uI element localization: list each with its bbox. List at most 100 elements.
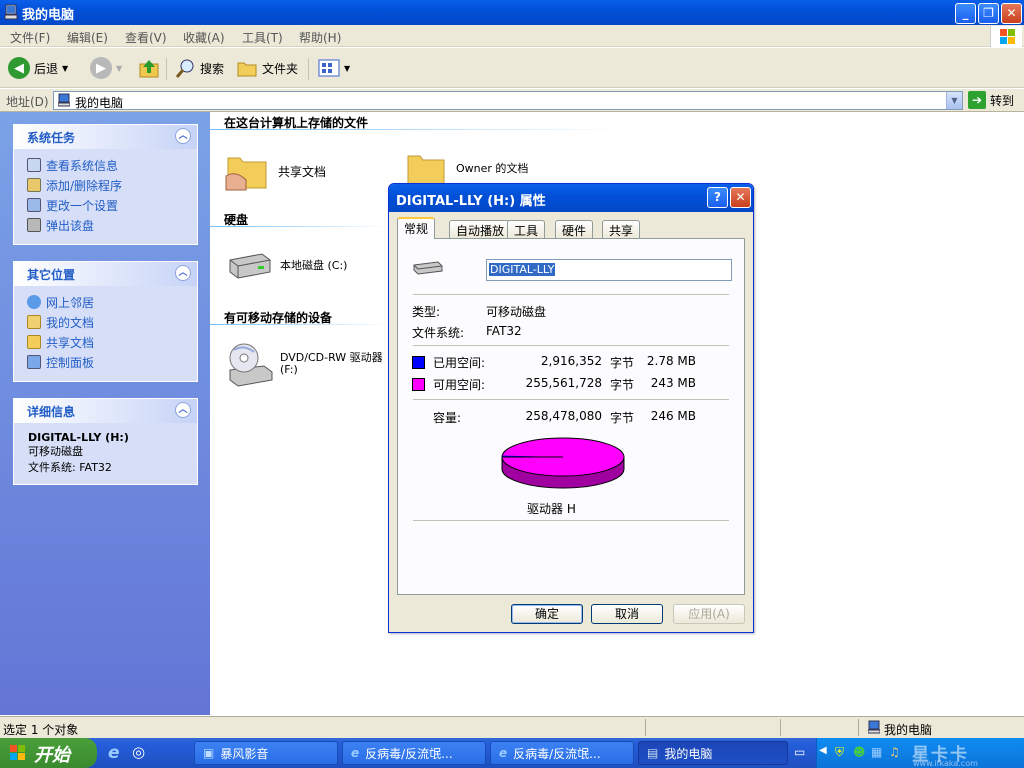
minimize-button[interactable]: _ <box>955 3 976 24</box>
task-my-computer[interactable]: ▤ 我的电脑 <box>638 741 788 765</box>
task-antivirus-1[interactable]: e 反病毒/反流氓... <box>342 741 486 765</box>
title-bar[interactable]: 我的电脑 _ ❐ ✕ <box>0 0 1024 25</box>
cancel-button[interactable]: 取消 <box>591 604 663 624</box>
dialog-close-button[interactable]: ✕ <box>730 187 751 208</box>
chevron-down-icon[interactable]: ▼ <box>946 92 962 109</box>
local-disk-item[interactable]: 本地磁盘 (C:) <box>226 250 347 280</box>
task-antivirus-2[interactable]: e 反病毒/反流氓... <box>490 741 634 765</box>
quicklaunch-icon[interactable]: ◎ <box>132 743 145 761</box>
dvd-drive-item[interactable]: DVD/CD-RW 驱动器 (F:) <box>226 340 383 388</box>
volume-label-input[interactable]: DIGITAL-LLY <box>486 259 732 281</box>
fs-label: 文件系统: <box>412 326 465 340</box>
details-title: 详细信息 <box>27 405 76 419</box>
messenger-icon[interactable]: ☻ <box>853 745 866 759</box>
place-network[interactable]: 网上邻居 <box>14 292 197 312</box>
ok-button[interactable]: 确定 <box>511 604 583 624</box>
task-label: 反病毒/反流氓... <box>513 746 601 761</box>
folder-icon <box>237 62 257 77</box>
volume-icon[interactable]: ♫ <box>889 745 900 759</box>
keyboard-icon[interactable]: ▭ <box>794 745 805 759</box>
type-label: 类型: <box>412 305 441 319</box>
search-icon <box>175 59 194 78</box>
collapse-chevron-icon[interactable]: ︿ <box>175 402 191 418</box>
up-folder-button[interactable] <box>138 56 160 80</box>
shield-icon[interactable]: ⛨ <box>835 745 844 760</box>
free-space-bytes: 255,561,728 <box>525 376 602 390</box>
details-name: DIGITAL-LLY (H:) <box>28 431 129 444</box>
ie-quicklaunch-icon[interactable]: e <box>108 743 120 763</box>
shared-folder-icon <box>225 157 267 191</box>
control-panel-icon <box>27 198 41 212</box>
type-value: 可移动磁盘 <box>486 305 547 319</box>
task-baofeng[interactable]: ▣ 暴风影音 <box>194 741 338 765</box>
chevron-down-icon: ▼ <box>62 63 69 73</box>
capacity-bytes: 258,478,080 <box>525 409 602 423</box>
views-button[interactable]: ▼ <box>318 56 350 80</box>
start-button[interactable]: 开始 <box>0 738 97 768</box>
menu-tools[interactable]: 工具(T) <box>242 29 283 46</box>
search-button[interactable]: 搜索 <box>174 56 224 80</box>
task-add-remove-programs[interactable]: 添加/删除程序 <box>14 175 197 195</box>
tab-sharing[interactable]: 共享 <box>602 220 641 238</box>
back-button[interactable]: ◀ 后退 ▼ <box>8 56 68 80</box>
place-label: 网上邻居 <box>46 295 95 310</box>
task-eject-disk[interactable]: 弹出该盘 <box>14 215 197 235</box>
task-label: 更改一个设置 <box>46 198 119 213</box>
status-text: 选定 1 个对象 <box>3 723 79 737</box>
task-change-setting[interactable]: 更改一个设置 <box>14 195 197 215</box>
details-header[interactable]: 详细信息 ︿ <box>14 399 197 423</box>
ie-icon: e <box>351 746 360 760</box>
menu-edit[interactable]: 编辑(E) <box>67 29 108 46</box>
dialog-title-bar[interactable]: DIGITAL-LLY (H:) 属性 ? ✕ <box>389 184 753 212</box>
computer-icon <box>57 93 71 107</box>
restore-button[interactable]: ❐ <box>978 3 999 24</box>
tab-hardware[interactable]: 硬件 <box>555 220 594 238</box>
place-my-documents[interactable]: 我的文档 <box>14 312 197 332</box>
folder-icon <box>27 335 41 349</box>
capacity-unit: 字节 <box>610 411 635 425</box>
folders-button[interactable]: 文件夹 <box>236 56 298 80</box>
place-label: 控制面板 <box>46 355 95 370</box>
close-button[interactable]: ✕ <box>1001 3 1022 24</box>
system-tray: ◀ ⛨ ☻ ▦ ♫ 星卡卡 www.ifkaka.com <box>816 738 1024 768</box>
go-button[interactable]: ➔ 转到 <box>968 91 1014 109</box>
other-places-header[interactable]: 其它位置 ︿ <box>14 262 197 286</box>
details-type: 可移动磁盘 <box>28 445 83 458</box>
tab-autoplay[interactable]: 自动播放 <box>449 220 512 238</box>
task-view-system-info[interactable]: 查看系统信息 <box>14 155 197 175</box>
dvd-drive-icon <box>229 343 273 387</box>
system-tasks-header[interactable]: 系统任务 ︿ <box>14 125 197 149</box>
menu-help[interactable]: 帮助(H) <box>299 29 341 46</box>
place-shared-documents[interactable]: 共享文档 <box>14 332 197 352</box>
computer-icon: ▤ <box>647 746 659 760</box>
tab-tools[interactable]: 工具 <box>507 220 546 238</box>
network-icon[interactable]: ▦ <box>871 745 882 759</box>
tray-expand-icon[interactable]: ◀ <box>819 745 827 756</box>
owner-documents-item[interactable]: Owner 的文档 <box>406 150 528 186</box>
shared-documents-item[interactable]: 共享文档 <box>224 150 326 192</box>
go-arrow-icon: ➔ <box>968 91 986 109</box>
system-tasks-panel: 系统任务 ︿ 查看系统信息 添加/删除程序 更改一个设置 弹出该盘 <box>13 124 198 245</box>
details-panel: 详细信息 ︿ DIGITAL-LLY (H:) 可移动磁盘 文件系统: FAT32 <box>13 398 198 485</box>
used-space-swatch <box>412 356 425 369</box>
computer-icon <box>4 4 18 20</box>
help-button[interactable]: ? <box>707 187 728 208</box>
free-space-size: 243 MB <box>650 376 696 390</box>
task-label: 反病毒/反流氓... <box>365 746 453 761</box>
place-control-panel[interactable]: 控制面板 <box>14 352 197 372</box>
collapse-chevron-icon[interactable]: ︿ <box>175 128 191 144</box>
forward-button[interactable]: ▶ ▼ <box>90 56 122 80</box>
collapse-chevron-icon[interactable]: ︿ <box>175 265 191 281</box>
address-input[interactable]: 我的电脑 ▼ <box>53 91 963 110</box>
chevron-down-icon: ▼ <box>344 63 351 73</box>
dialog-title: DIGITAL-LLY (H:) 属性 <box>396 194 546 209</box>
menu-view[interactable]: 查看(V) <box>125 29 167 46</box>
system-info-icon <box>27 158 41 172</box>
menu-file[interactable]: 文件(F) <box>10 29 50 46</box>
details-fs: 文件系统: FAT32 <box>28 461 112 474</box>
apply-button[interactable]: 应用(A) <box>673 604 745 624</box>
properties-dialog: DIGITAL-LLY (H:) 属性 ? ✕ 常规 自动播放 工具 硬件 共享… <box>388 183 754 633</box>
fs-value: FAT32 <box>486 324 522 338</box>
tab-general[interactable]: 常规 <box>397 217 436 239</box>
menu-favorites[interactable]: 收藏(A) <box>183 29 225 46</box>
